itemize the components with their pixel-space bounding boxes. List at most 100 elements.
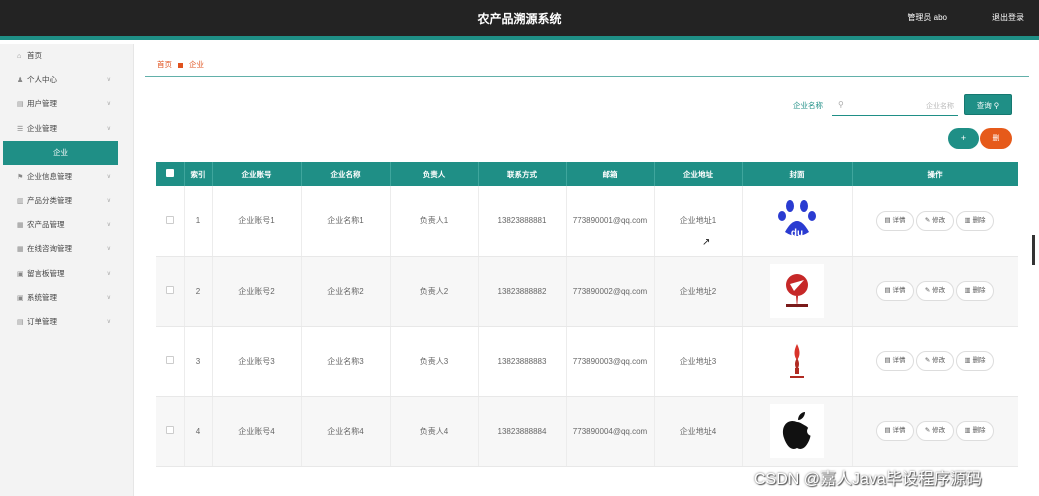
delete-button[interactable]: ▥ 删除 xyxy=(956,281,994,301)
sidebar-item[interactable]: ▤ 用户管理 ∨ xyxy=(0,92,133,116)
sidebar-item[interactable]: ⚑ 企业信息管理 ∨ xyxy=(0,165,133,189)
scrollbar[interactable] xyxy=(1032,235,1035,265)
header-index: 索引 xyxy=(184,162,213,186)
table-row: 1 企业账号1 企业名称1 负责人1 13823888881 773890001@qq.c… xyxy=(156,186,1018,257)
mouse-cursor-icon: ↗ xyxy=(702,237,711,248)
sidebar-item[interactable]: ♟ 个人中心 ∨ xyxy=(0,68,133,92)
chevron-down-icon: ∨ xyxy=(106,77,111,84)
cell-address: 企业地址1 xyxy=(654,186,743,257)
row-checkbox[interactable] xyxy=(165,215,174,224)
cell-person: 负责人2 xyxy=(390,256,479,327)
chevron-down-icon: ∨ xyxy=(106,173,111,180)
search-button[interactable]: 查询 ⚲ xyxy=(964,94,1012,115)
sidebar-item-label: 企业信息管理 xyxy=(27,171,72,181)
row-checkbox[interactable] xyxy=(165,286,174,294)
sidebar-item-label: 留言板管理 xyxy=(27,268,65,278)
sidebar-item-label: 企业 xyxy=(53,147,68,157)
detail-button-label: 详情 xyxy=(892,427,906,434)
cell-person: 负责人1 xyxy=(390,186,479,257)
trash-icon: ▥ xyxy=(964,427,971,434)
company-logo xyxy=(770,334,824,388)
sidebar-item-label: 企业管理 xyxy=(27,123,57,133)
enterprise-table: 索引 企业账号 企业名称 负责人 联系方式 邮箱 企业地址 封面 操作 1 企业账… xyxy=(156,162,1018,496)
chevron-down-icon: ∨ xyxy=(106,101,111,108)
header-name: 企业名称 xyxy=(301,162,391,186)
edit-button[interactable]: ✎ 修改 xyxy=(916,351,954,371)
edit-icon: ✎ xyxy=(924,216,931,224)
chevron-down-icon: ∨ xyxy=(106,222,111,229)
sidebar-item[interactable]: ▣ 留言板管理 ∨ xyxy=(0,262,133,286)
sidebar-item-label: 产品分类管理 xyxy=(27,195,72,205)
trash-icon: ▥ xyxy=(964,216,971,224)
detail-button[interactable]: ▤ 详情 xyxy=(876,281,914,301)
sidebar-item[interactable]: ☰ 企业管理 ∨ xyxy=(0,117,133,141)
batch-delete-button[interactable]: 删 xyxy=(980,128,1012,149)
detail-icon: ▤ xyxy=(884,427,891,434)
delete-button[interactable]: ▥ 删除 xyxy=(956,421,994,441)
header-phone: 联系方式 xyxy=(478,162,567,186)
edit-button[interactable]: ✎ 修改 xyxy=(916,210,954,231)
sidebar-item[interactable]: ▦ 农产品管理 ∨ xyxy=(0,213,133,237)
sidebar-item[interactable]: ▤ 订单管理 ∨ xyxy=(0,310,133,334)
breadcrumb-divider xyxy=(145,76,1029,77)
search-input[interactable] xyxy=(850,98,954,114)
delete-button[interactable]: ▥ 删除 xyxy=(956,351,994,371)
sidebar-item-label: 用户管理 xyxy=(27,99,57,109)
cell-account: 企业账号3 xyxy=(212,326,302,397)
row-checkbox[interactable] xyxy=(165,356,174,364)
row-checkbox[interactable] xyxy=(165,426,174,434)
company-logo: du xyxy=(770,193,824,248)
message-icon: ▣ xyxy=(17,270,24,278)
sidebar: ⌂ 首页 ♟ 个人中心 ∨ ▤ 用户管理 ∨ ☰ 企业管理 ∨ 企业 ⚑ 企业信息管理 ∨ ▥ 产品分类管理 ∨ ▦… xyxy=(0,44,134,496)
edit-button[interactable]: ✎ 修改 xyxy=(916,281,954,301)
search-field: ⚲ xyxy=(832,96,958,116)
delete-button-label: 删除 xyxy=(972,357,986,364)
detail-button[interactable]: ▤ 详情 xyxy=(876,351,914,371)
sidebar-item-label: 首页 xyxy=(27,51,42,60)
detail-icon: ▤ xyxy=(884,357,891,364)
detail-button[interactable]: ▤ 详情 xyxy=(876,210,914,231)
table-row: 3 企业账号3 企业名称3 负责人3 13823888883 773890003@qq.c… xyxy=(156,326,1018,397)
logout-link[interactable]: 退出登录 xyxy=(992,12,1024,23)
table-header-row: 索引 企业账号 企业名称 负责人 联系方式 邮箱 企业地址 封面 操作 xyxy=(156,162,1018,186)
edit-icon: ✎ xyxy=(924,357,931,364)
main-content: 首页 企业 企业名称 ⚲ 查询 ⚲ + 删 索引 企业账号 企业名称 负责人 联系… xyxy=(145,44,1029,496)
detail-button-label: 详情 xyxy=(892,287,906,294)
cell-index: 4 xyxy=(184,396,213,467)
top-bar: 农产品溯源系统 管理员 abo 退出登录 xyxy=(0,0,1039,40)
cell-phone: 13823888882 xyxy=(478,256,567,327)
list-icon: ☰ xyxy=(17,125,24,133)
cell-name: 企业名称3 xyxy=(301,326,391,397)
breadcrumb-home[interactable]: 首页 xyxy=(157,60,172,69)
chevron-down-icon: ∨ xyxy=(106,294,111,301)
users-icon: ▤ xyxy=(17,101,24,109)
sidebar-subitem-enterprise[interactable]: 企业 xyxy=(3,140,118,165)
select-all-checkbox[interactable] xyxy=(165,169,174,177)
cell-name: 企业名称2 xyxy=(301,256,391,327)
cell-email: 773890004@qq.com xyxy=(566,396,655,467)
cell-person: 负责人3 xyxy=(390,326,479,397)
sidebar-item[interactable]: ⌂ 首页 xyxy=(0,44,133,68)
sidebar-item[interactable]: ▣ 系统管理 ∨ xyxy=(0,286,133,310)
cell-address: 企业地址3 xyxy=(654,326,743,397)
header-email: 邮箱 xyxy=(566,162,655,186)
company-logo xyxy=(770,404,824,458)
edit-button[interactable]: ✎ 修改 xyxy=(916,421,954,441)
cell-phone: 13823888881 xyxy=(478,186,567,257)
cell-actions: ▤ 详情 ✎ 修改 ▥ 删除 xyxy=(852,396,1018,467)
home-icon: ⌂ xyxy=(17,53,22,60)
cell-name: 企业名称4 xyxy=(301,396,391,467)
cell-address: 企业地址2 xyxy=(654,256,743,327)
sidebar-item[interactable]: ▥ 产品分类管理 ∨ xyxy=(0,189,133,213)
delete-button-label: 删除 xyxy=(972,427,986,434)
cell-email: 773890002@qq.com xyxy=(566,256,655,327)
search-icon: ⚲ xyxy=(993,101,1000,110)
row-select xyxy=(156,256,185,327)
flag-icon: ⚑ xyxy=(17,173,24,181)
detail-button[interactable]: ▤ 详情 xyxy=(876,421,914,441)
settings-icon: ▣ xyxy=(17,294,24,302)
delete-button[interactable]: ▥ 删除 xyxy=(956,210,994,231)
add-button[interactable]: + xyxy=(948,128,979,149)
sidebar-item[interactable]: ▦ 在线咨询管理 ∨ xyxy=(0,237,133,261)
edit-icon: ✎ xyxy=(924,427,931,434)
